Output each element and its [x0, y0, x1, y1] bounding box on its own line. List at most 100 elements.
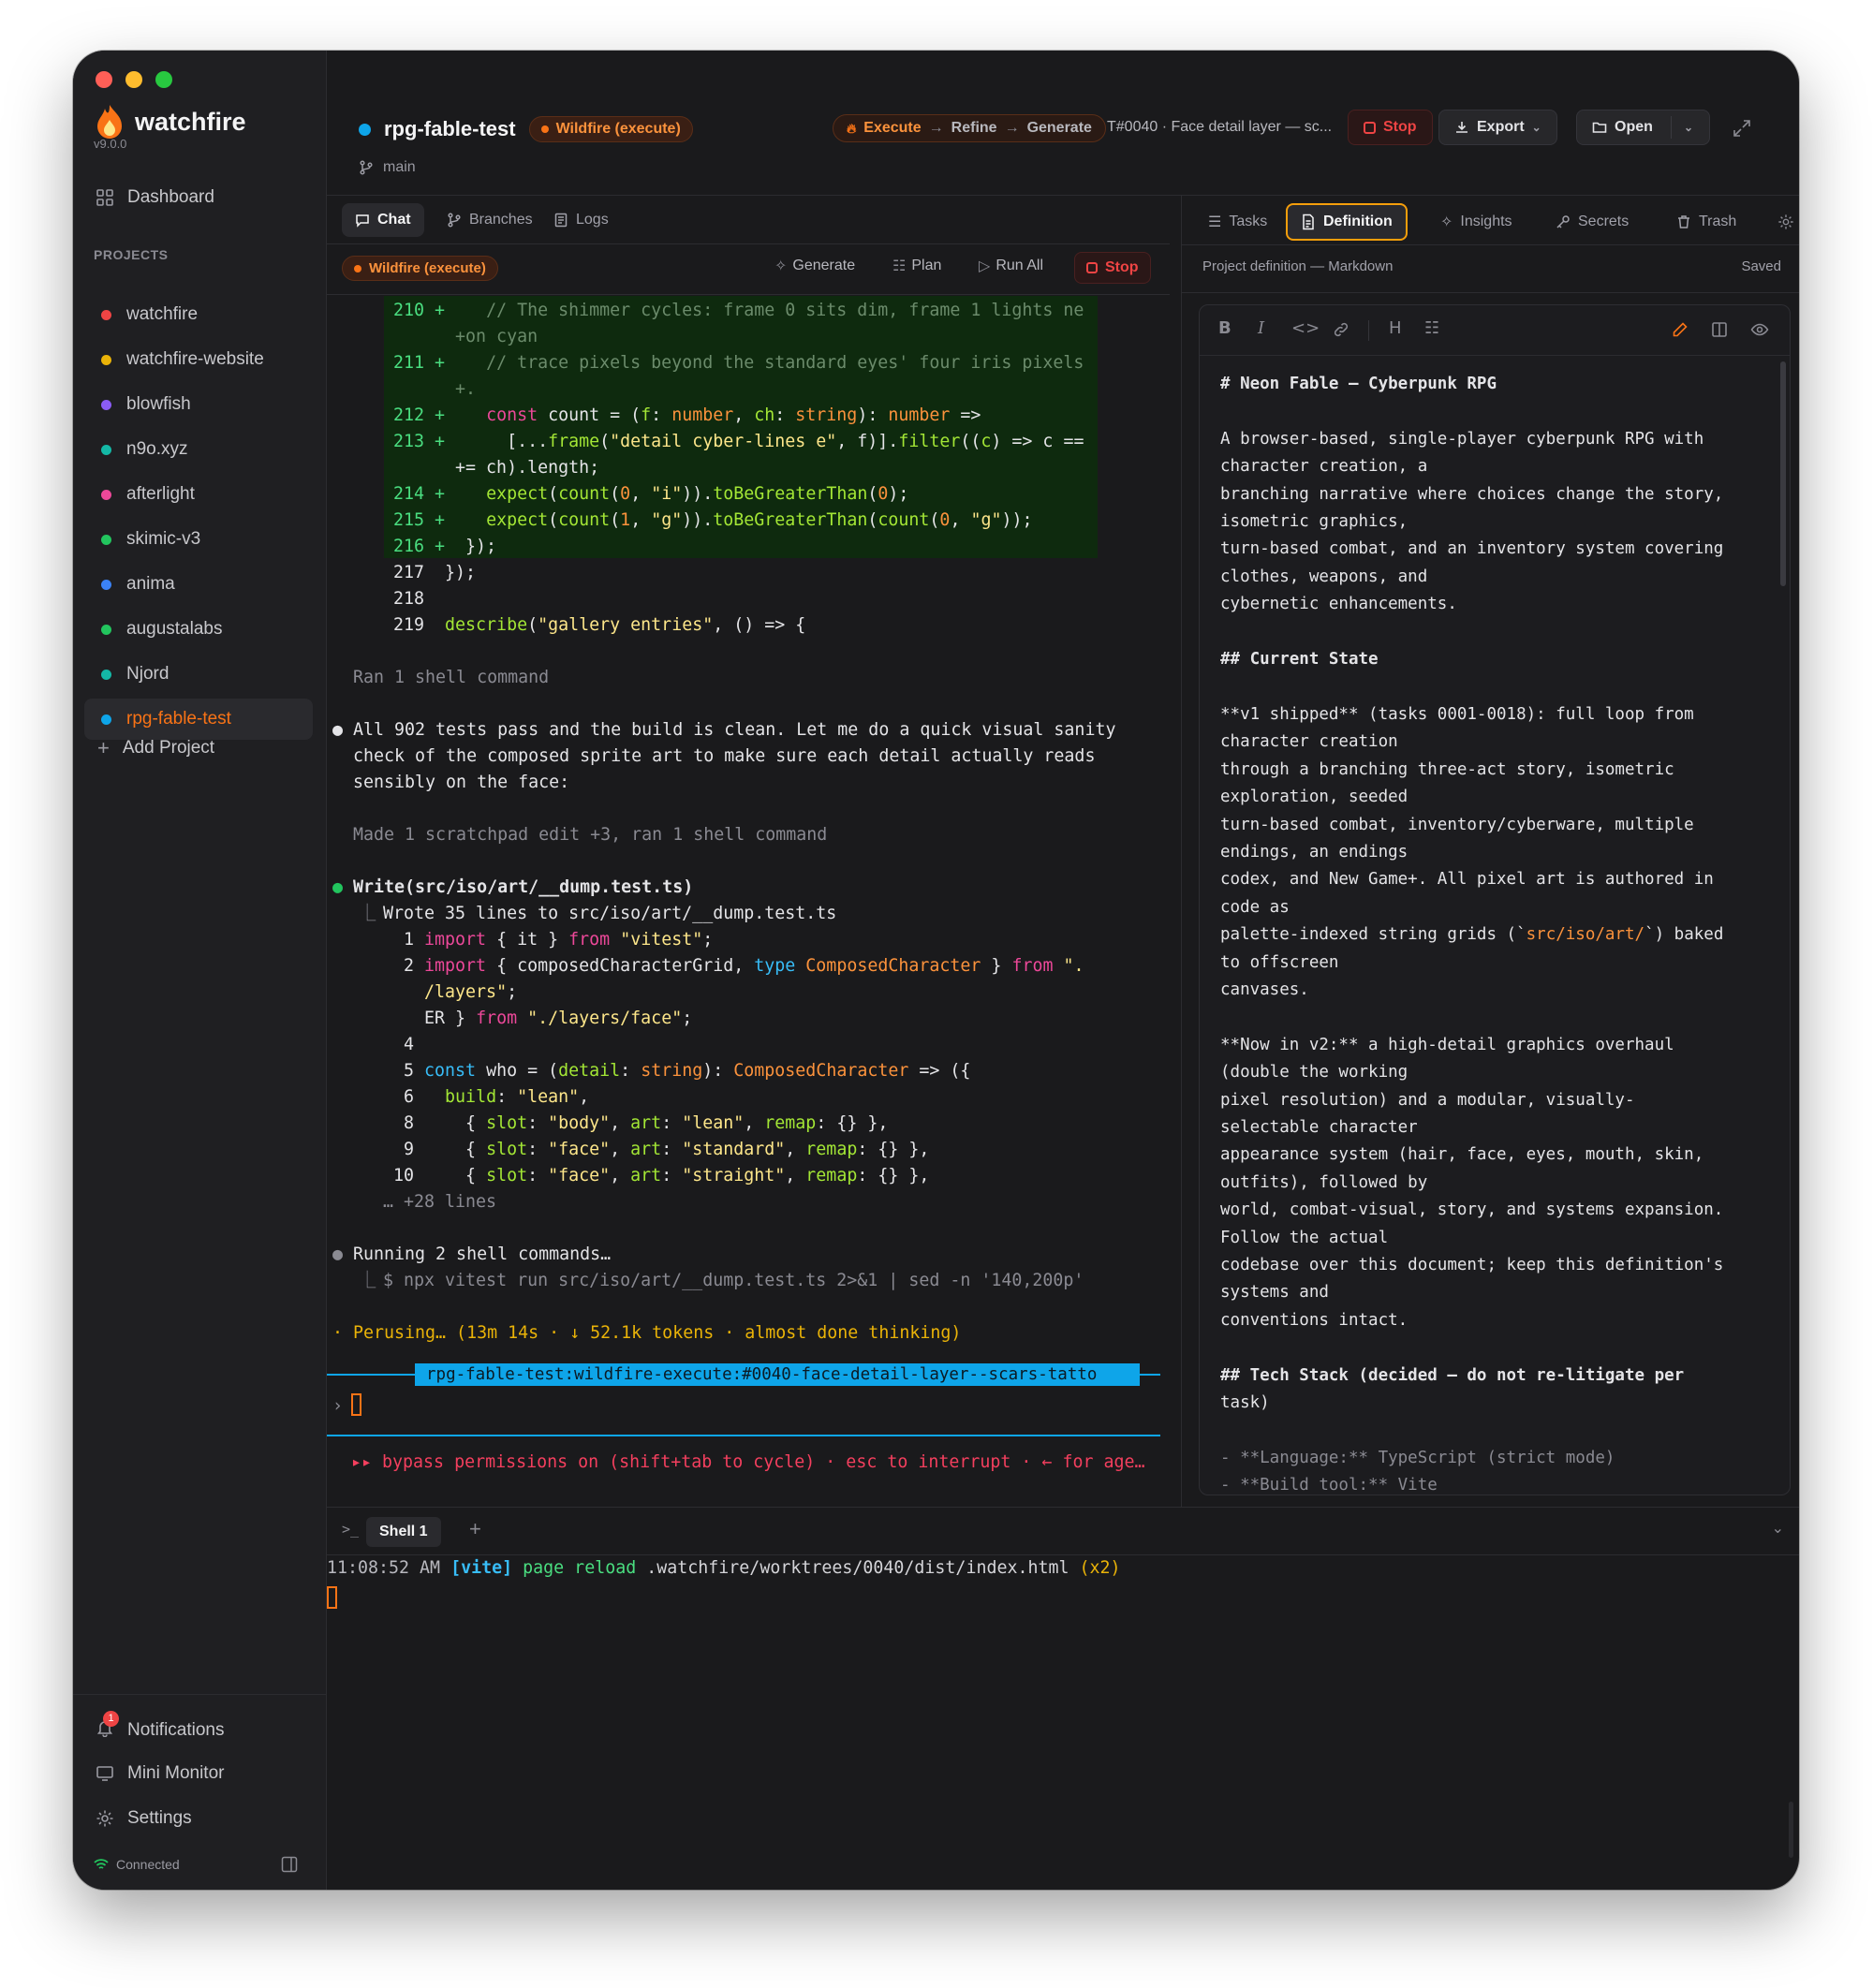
close-window-button[interactable] — [96, 71, 112, 88]
assistant-message-line: check of the composed sprite art to make… — [353, 746, 1096, 766]
project-color-dot — [101, 489, 111, 500]
chat-icon — [356, 214, 369, 228]
tab-tasks-label: Tasks — [1229, 214, 1268, 229]
monitor-icon — [96, 1766, 113, 1781]
code-line: 218 — [393, 589, 425, 609]
tasks-icon: ☰ — [1208, 214, 1222, 230]
split-view-icon[interactable] — [1711, 321, 1728, 338]
tab-tasks[interactable]: ☰ Tasks — [1195, 203, 1280, 241]
header-stop-button[interactable]: Stop — [1348, 110, 1433, 145]
sidebar-item-njord[interactable]: Njord — [84, 654, 313, 695]
add-shell-icon[interactable]: + — [469, 1517, 481, 1541]
tab-secrets-label: Secrets — [1578, 214, 1630, 229]
shell-scrollbar[interactable] — [1789, 1802, 1793, 1858]
plan-label: Plan — [911, 258, 942, 273]
sidebar-item-afterlight[interactable]: afterlight — [84, 474, 313, 515]
sidebar-item-label: anima — [126, 574, 175, 594]
diff-line: 212 + const count = (f: number, ch: stri… — [393, 405, 981, 425]
shell-vite-tag: [vite] — [450, 1558, 513, 1578]
tab-insights[interactable]: ✧ Insights — [1427, 203, 1526, 241]
sidebar-item-label: Njord — [126, 664, 170, 684]
projects-heading: PROJECTS — [94, 247, 169, 262]
settings-label: Settings — [127, 1808, 192, 1828]
tab-logs[interactable]: Logs — [540, 203, 622, 237]
settings-gear-icon[interactable] — [1777, 214, 1794, 230]
markdown-editor[interactable]: B I <> H ☷ # Neon Fable — Cyberpunk RPG … — [1199, 304, 1791, 1495]
collapse-shell-icon[interactable]: ⌄ — [1772, 1519, 1784, 1538]
dashboard-link[interactable]: Dashboard — [96, 187, 214, 208]
tab-trash[interactable]: Trash — [1663, 203, 1749, 241]
list-icon[interactable]: ☷ — [1424, 318, 1439, 338]
toolbar-mode-badge: Wildfire (execute) — [342, 256, 498, 281]
wrote-summary: Wrote 35 lines to src/iso/art/__dump.tes… — [383, 904, 837, 923]
pencil-icon[interactable] — [1672, 321, 1689, 338]
project-color-dot — [101, 399, 111, 410]
project-color-dot — [101, 714, 111, 725]
shell-tab[interactable]: Shell 1 — [366, 1517, 441, 1547]
tab-definition[interactable]: Definition — [1286, 203, 1408, 241]
heading-icon[interactable]: H — [1389, 318, 1402, 338]
bypass-status: ▸▸ bypass permissions on (shift+tab to c… — [351, 1452, 1145, 1472]
tab-branches[interactable]: Branches — [434, 203, 546, 237]
tab-secrets[interactable]: Secrets — [1542, 203, 1642, 241]
shell-time: 11:08:52 AM — [327, 1558, 441, 1578]
diff-line: 210 + // The shimmer cycles: frame 0 sit… — [393, 301, 1084, 320]
code-icon[interactable]: <> — [1291, 318, 1320, 338]
prompt-bottom-border — [327, 1435, 1160, 1436]
toolbar-stop-button[interactable]: Stop — [1074, 252, 1151, 284]
shell-prompt[interactable] — [327, 1586, 337, 1609]
logs-icon — [554, 213, 568, 228]
editor-scrollbar[interactable] — [1780, 361, 1786, 586]
preview-eye-icon[interactable] — [1750, 321, 1769, 338]
terminal-icon: >_ — [342, 1521, 360, 1538]
generate-button[interactable]: ✧ Generate — [774, 257, 855, 275]
link-icon[interactable] — [1333, 321, 1349, 338]
bold-icon[interactable]: B — [1218, 318, 1231, 338]
wifi-icon — [94, 1859, 109, 1869]
diff-line: 216 + }); — [393, 537, 497, 556]
sidebar-item-blowfish[interactable]: blowfish — [84, 384, 313, 425]
open-button[interactable]: Open ⌄ — [1576, 110, 1710, 145]
collapse-sidebar-icon[interactable] — [281, 1856, 298, 1873]
run-all-label: Run All — [995, 258, 1044, 273]
sidebar-item-rpg-fable-test[interactable]: rpg-fable-test — [84, 699, 313, 740]
current-task-ref[interactable]: T#0040 · Face detail layer — sc... — [1107, 119, 1332, 136]
plan-button[interactable]: ☷ Plan — [892, 257, 941, 275]
sidebar-item-n9o-xyz[interactable]: n9o.xyz — [84, 429, 313, 470]
definition-content[interactable]: # Neon Fable — Cyberpunk RPG A browser-b… — [1220, 371, 1773, 1495]
settings-link[interactable]: Settings — [96, 1808, 192, 1829]
open-chevron-icon[interactable]: ⌄ — [1684, 121, 1693, 134]
prompt-input[interactable] — [351, 1392, 361, 1418]
sidebar-item-augustalabs[interactable]: augustalabs — [84, 609, 313, 650]
branch-indicator: main — [359, 159, 416, 176]
open-label: Open — [1615, 119, 1653, 135]
phase-pipeline[interactable]: 🔥︎ Execute → Refine → Generate — [833, 114, 1106, 142]
tab-definition-label: Definition — [1323, 214, 1393, 229]
notifications-link[interactable]: 1 Notifications — [96, 1711, 225, 1743]
generate-label: Generate — [792, 258, 856, 273]
code-line: 217 }); — [393, 563, 477, 582]
add-project-button[interactable]: + Add Project — [97, 736, 214, 760]
export-button[interactable]: Export ⌄ — [1438, 110, 1557, 145]
connection-label: Connected — [116, 1857, 180, 1872]
play-icon: ▷ — [979, 258, 991, 274]
sidebar-footer — [73, 1694, 327, 1695]
sidebar-item-skimic-v3[interactable]: skimic-v3 — [84, 519, 313, 560]
zoom-window-button[interactable] — [155, 71, 172, 88]
minimize-window-button[interactable] — [125, 71, 142, 88]
project-color-dot — [101, 444, 111, 455]
project-color-dot — [101, 309, 111, 320]
sidebar-item-anima[interactable]: anima — [84, 564, 313, 605]
mini-monitor-link[interactable]: Mini Monitor — [96, 1763, 224, 1784]
run-all-button[interactable]: ▷ Run All — [979, 257, 1043, 275]
tab-chat[interactable]: Chat — [342, 203, 424, 237]
code-line: 2 import { composedCharacterGrid, type C… — [383, 956, 1084, 976]
sidebar-item-watchfire-website[interactable]: watchfire-website — [84, 339, 313, 380]
expand-icon[interactable] — [1732, 118, 1752, 139]
sidebar-item-watchfire[interactable]: watchfire — [84, 294, 313, 335]
italic-icon[interactable]: I — [1258, 318, 1264, 338]
more-lines[interactable]: … +28 lines — [383, 1189, 496, 1215]
gear-icon — [96, 1810, 113, 1827]
shell-count: (x2) — [1079, 1558, 1121, 1578]
list-icon: ☷ — [892, 258, 907, 274]
